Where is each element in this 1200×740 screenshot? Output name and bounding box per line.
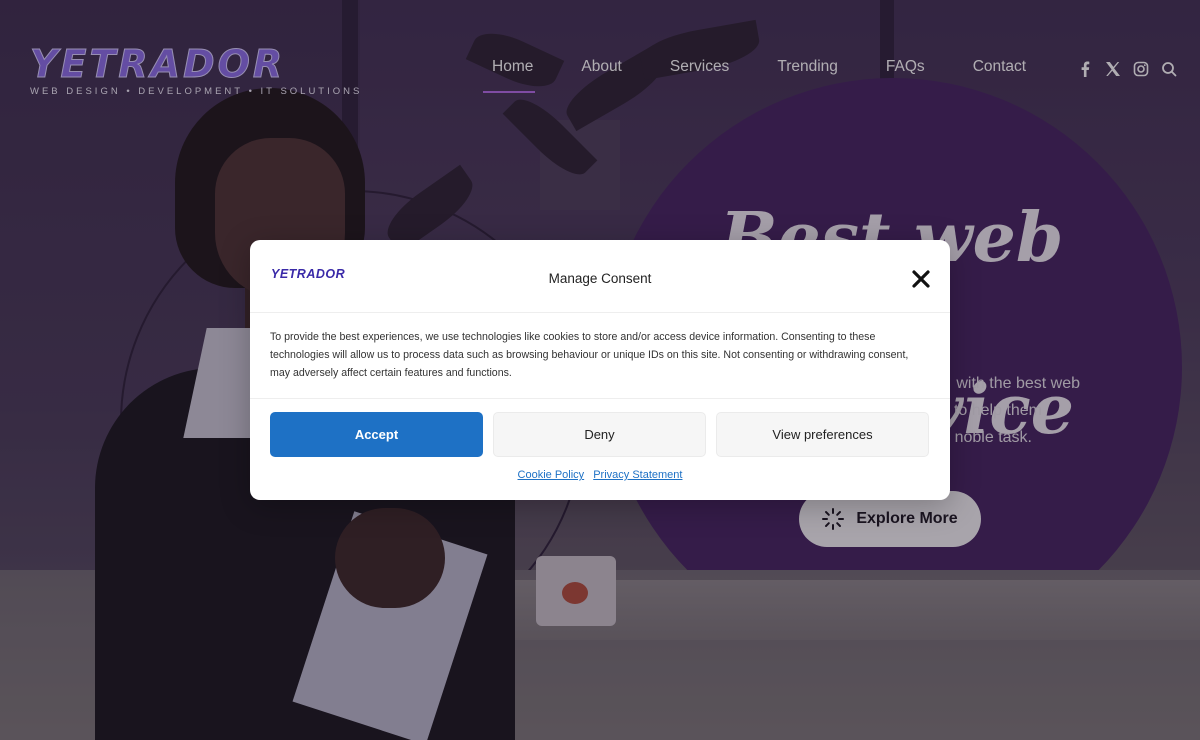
consent-body: To provide the best experiences, we use … [250, 313, 950, 399]
accept-button[interactable]: Accept [270, 412, 483, 457]
consent-links: Cookie Policy Privacy Statement [250, 469, 950, 481]
deny-button[interactable]: Deny [493, 412, 706, 457]
consent-actions: Accept Deny View preferences [270, 412, 929, 457]
consent-text: To provide the best experiences, we use … [270, 331, 909, 379]
view-preferences-button[interactable]: View preferences [716, 412, 929, 457]
close-icon[interactable] [910, 268, 932, 290]
consent-modal: YETRADOR Manage Consent To provide the b… [250, 240, 950, 500]
consent-title: Manage Consent [548, 271, 652, 286]
consent-header: YETRADOR Manage Consent [250, 240, 950, 313]
privacy-statement-link[interactable]: Privacy Statement [593, 469, 682, 481]
cookie-policy-link[interactable]: Cookie Policy [518, 469, 585, 481]
